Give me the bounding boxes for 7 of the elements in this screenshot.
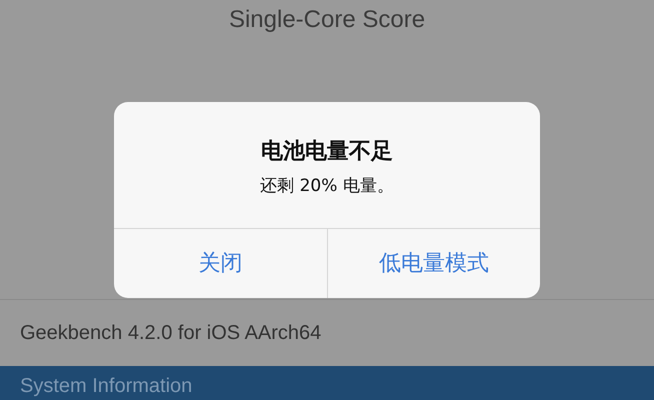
alert-title: 电池电量不足: [261, 138, 393, 166]
alert-button[interactable]: 低电量模式: [326, 229, 540, 298]
section-title: System Information: [20, 374, 192, 398]
alert-button[interactable]: 关闭: [114, 229, 326, 298]
header-title: Single-Core Score: [228, 5, 426, 35]
version-text: Geekbench 4.2.0 for iOS AArch64: [20, 321, 322, 346]
alert-message: 还剩 20% 电量。: [260, 174, 394, 198]
